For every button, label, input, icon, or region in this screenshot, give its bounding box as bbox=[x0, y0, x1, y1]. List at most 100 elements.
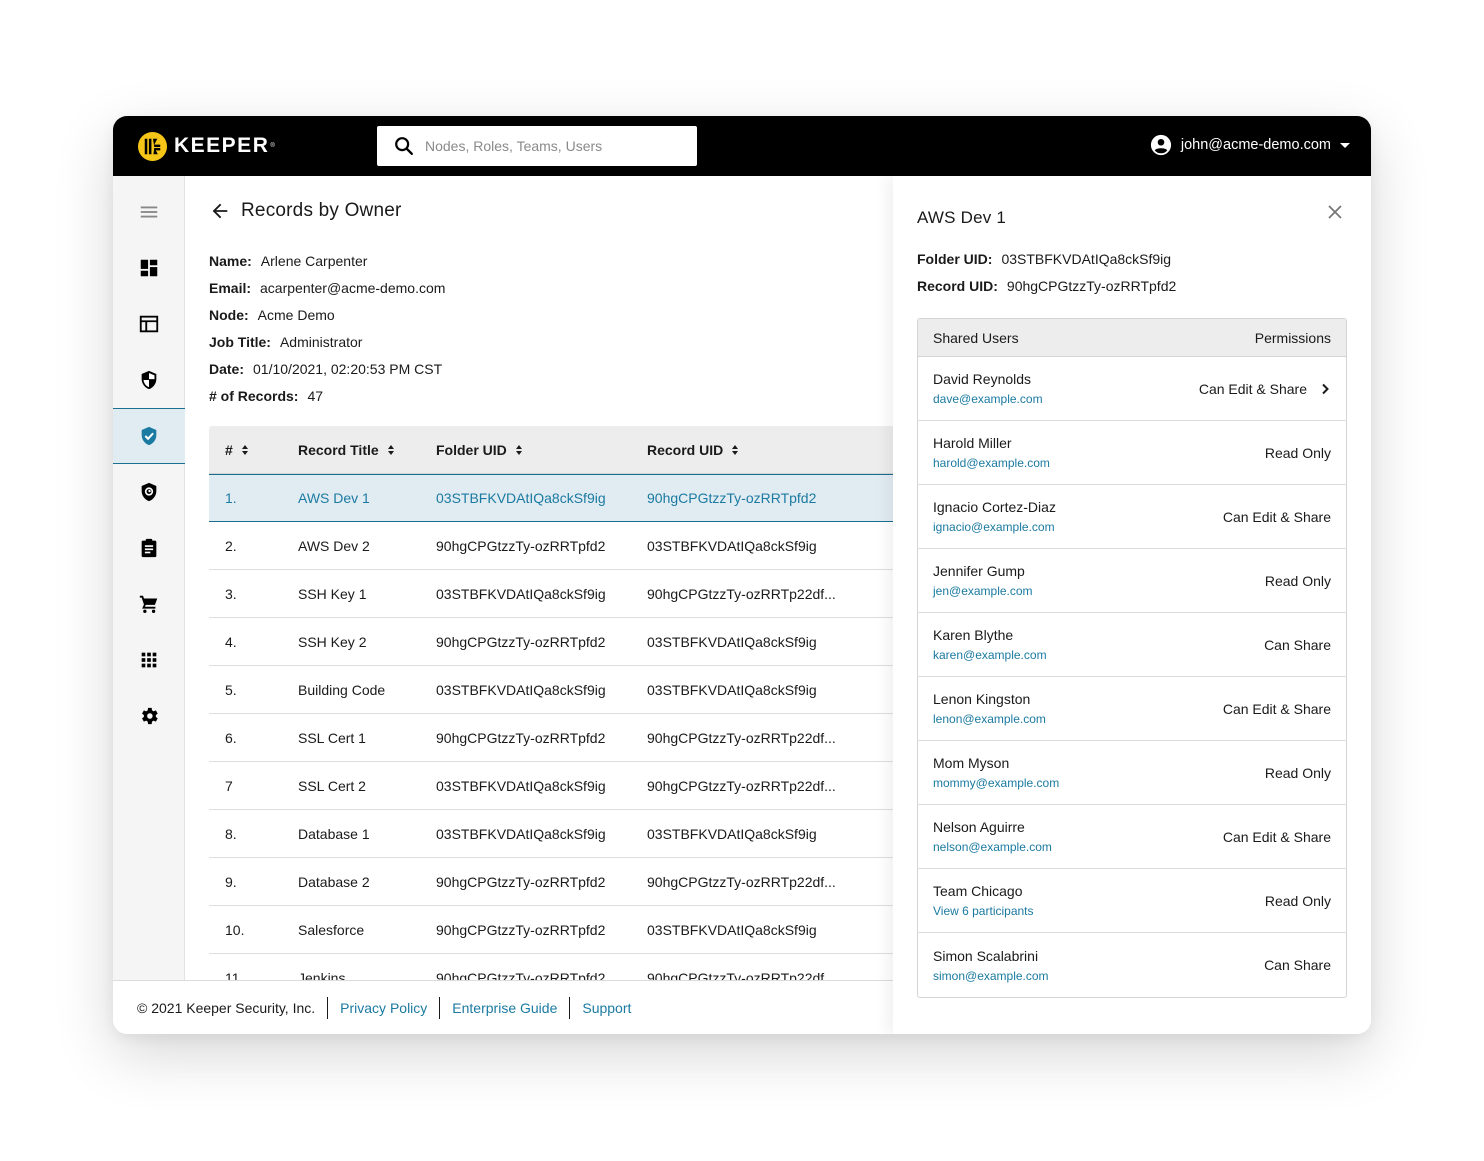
record-uid-label: Record UID: bbox=[917, 278, 998, 294]
permission-label: Can Edit & Share bbox=[1198, 380, 1307, 397]
sidebar-item-admin[interactable] bbox=[113, 296, 185, 352]
shared-user-row[interactable]: Mom Myson mommy@example.com Read Only bbox=[918, 741, 1346, 805]
sidebar-item-dashboard[interactable] bbox=[113, 240, 185, 296]
table-row[interactable]: 2. AWS Dev 2 90hgCPGtzzTy-ozRRTpfd2 03STBFK… bbox=[209, 522, 893, 570]
folder-uid-label: Folder UID: bbox=[917, 251, 993, 267]
support-link[interactable]: Support bbox=[582, 1000, 631, 1016]
footer-divider bbox=[439, 996, 441, 1019]
row-number-cell: 5. bbox=[225, 681, 237, 698]
owner-node-label: Node: bbox=[209, 307, 249, 323]
back-arrow-icon[interactable] bbox=[209, 200, 231, 222]
keeper-logo[interactable]: KEEPER ® bbox=[137, 129, 275, 163]
permission-label: Can Share bbox=[1264, 636, 1331, 653]
folder-uid-cell: 90hgCPGtzzTy-ozRRTpfd2 bbox=[436, 873, 606, 890]
footer-divider bbox=[327, 996, 329, 1019]
panel-record-uid-row: Record UID: 90hgCPGtzzTy-ozRRTpfd2 bbox=[917, 273, 1176, 300]
shared-user-row[interactable]: Team Chicago View 6 participants Read Only bbox=[918, 869, 1346, 933]
table-row[interactable]: 7 SSL Cert 2 03STBFKVDAtIQa8ckSf9ig 90hgCPG… bbox=[209, 762, 893, 810]
settings-gear-icon bbox=[142, 707, 158, 725]
folder-uid-cell: 03STBFKVDAtIQa8ckSf9ig bbox=[436, 825, 606, 842]
user-menu[interactable]: john@acme-demo.com bbox=[1150, 134, 1351, 156]
table-row[interactable]: 11. Jenkins 90hgCPGtzzTy-ozRRTpfd2 90hgCPGt… bbox=[209, 954, 893, 981]
shared-user-email[interactable]: jen@example.com bbox=[933, 584, 1033, 598]
enterprise-guide-link[interactable]: Enterprise Guide bbox=[452, 1000, 557, 1016]
permission-cell: Can Share bbox=[1264, 957, 1331, 973]
table-row[interactable]: 6. SSL Cert 1 90hgCPGtzzTy-ozRRTpfd2 90hgCP… bbox=[209, 714, 893, 762]
shared-users-list: Shared Users Permissions David Reynolds d… bbox=[917, 318, 1347, 998]
folder-uid-cell: 03STBFKVDAtIQa8ckSf9ig bbox=[436, 585, 606, 602]
record-uid-cell: 03STBFKVDAtIQa8ckSf9ig bbox=[647, 681, 817, 698]
sidebar-item-menu[interactable] bbox=[113, 184, 185, 240]
close-icon[interactable] bbox=[1327, 204, 1343, 220]
chevron-right-icon[interactable] bbox=[1319, 383, 1331, 395]
shared-user-email[interactable]: nelson@example.com bbox=[933, 840, 1052, 854]
sidebar-item-cart[interactable] bbox=[113, 576, 185, 632]
sort-icon bbox=[241, 444, 248, 455]
shared-user-row[interactable]: David Reynolds dave@example.com Can Edit &… bbox=[918, 357, 1346, 421]
reports-clipboard-icon bbox=[141, 538, 157, 558]
folder-uid-cell: 03STBFKVDAtIQa8ckSf9ig bbox=[436, 490, 606, 506]
shared-user-name: David Reynolds bbox=[933, 371, 1032, 387]
table-row[interactable]: 9. Database 2 90hgCPGtzzTy-ozRRTpfd2 90hgCP… bbox=[209, 858, 893, 906]
sidebar-item-apps[interactable] bbox=[113, 632, 185, 688]
sidebar-item-breachwatch[interactable] bbox=[113, 464, 185, 520]
table-row[interactable]: 4. SSH Key 2 90hgCPGtzzTy-ozRRTpfd2 03STBFK… bbox=[209, 618, 893, 666]
column-header-record-uid[interactable]: Record UID bbox=[647, 442, 893, 458]
table-body: 1. AWS Dev 1 03STBFKVDAtIQa8ckSf9ig 90hgCPG… bbox=[209, 474, 893, 980]
record-title-cell: Database 2 bbox=[298, 873, 370, 890]
panel-meta: Folder UID: 03STBFKVDAtIQa8ckSf9ig Record… bbox=[917, 246, 1176, 300]
permission-cell: Read Only bbox=[1265, 765, 1331, 781]
column-header-folder-uid[interactable]: Folder UID bbox=[436, 442, 647, 458]
record-title-cell: Database 1 bbox=[298, 825, 370, 842]
record-detail-panel: AWS Dev 1 Folder UID: 03STBFKVDAtIQa8ckSf… bbox=[893, 176, 1371, 1034]
shared-user-row[interactable]: Karen Blythe karen@example.com Can Share bbox=[918, 613, 1346, 677]
shared-user-email[interactable]: harold@example.com bbox=[933, 456, 1050, 470]
owner-job-label: Job Title: bbox=[209, 334, 271, 350]
copyright-text: © 2021 Keeper Security, Inc. bbox=[137, 999, 316, 1016]
shared-users-rows: David Reynolds dave@example.com Can Edit &… bbox=[918, 357, 1346, 997]
shared-user-email[interactable]: lenon@example.com bbox=[933, 712, 1046, 726]
table-row[interactable]: 1. AWS Dev 1 03STBFKVDAtIQa8ckSf9ig 90hgCPG… bbox=[209, 474, 893, 522]
sidebar-item-reports[interactable] bbox=[113, 520, 185, 576]
view-participants-link[interactable]: View 6 participants bbox=[933, 904, 1034, 918]
row-number-cell: 8. bbox=[225, 825, 237, 842]
search-input[interactable] bbox=[425, 138, 675, 154]
record-title-cell: SSL Cert 2 bbox=[298, 777, 366, 794]
shared-user-row[interactable]: Ignacio Cortez-Diaz ignacio@example.com Ca… bbox=[918, 485, 1346, 549]
shared-user-row[interactable]: Jennifer Gump jen@example.com Read Only bbox=[918, 549, 1346, 613]
shared-user-email[interactable]: ignacio@example.com bbox=[933, 520, 1056, 534]
record-uid-value: 90hgCPGtzzTy-ozRRTpfd2 bbox=[1006, 278, 1177, 294]
table-row[interactable]: 3. SSH Key 1 03STBFKVDAtIQa8ckSf9ig 90hgCPG… bbox=[209, 570, 893, 618]
table-row[interactable]: 5. Building Code 03STBFKVDAtIQa8ckSf9ig 03S… bbox=[209, 666, 893, 714]
table-row[interactable]: 8. Database 1 03STBFKVDAtIQa8ckSf9ig 03STBF… bbox=[209, 810, 893, 858]
record-uid-cell: 03STBFKVDAtIQa8ckSf9ig bbox=[647, 633, 817, 650]
sidebar-item-settings[interactable] bbox=[113, 688, 185, 744]
column-header-record-title[interactable]: Record Title bbox=[298, 442, 436, 458]
table-row[interactable]: 10. Salesforce 90hgCPGtzzTy-ozRRTpfd2 03STB… bbox=[209, 906, 893, 954]
shared-user-email[interactable]: simon@example.com bbox=[933, 969, 1049, 983]
shared-user-email[interactable]: karen@example.com bbox=[933, 648, 1047, 662]
record-title-cell: SSH Key 1 bbox=[298, 585, 367, 602]
permission-label: Can Edit & Share bbox=[1222, 508, 1331, 525]
breachwatch-icon bbox=[141, 482, 157, 502]
shared-user-email[interactable]: mommy@example.com bbox=[933, 776, 1059, 790]
account-circle-icon bbox=[1150, 134, 1171, 156]
shared-user-email[interactable]: dave@example.com bbox=[933, 392, 1043, 406]
shared-user-row[interactable]: Nelson Aguirre nelson@example.com Can Edit… bbox=[918, 805, 1346, 869]
sidebar-item-security[interactable] bbox=[113, 352, 185, 408]
row-number-cell: 1. bbox=[225, 490, 237, 506]
records-table: # Record Title Folder UID Record UID 1. A… bbox=[209, 426, 893, 980]
permission-label: Read Only bbox=[1264, 444, 1331, 461]
shared-user-row[interactable]: Simon Scalabrini simon@example.com Can Sha… bbox=[918, 933, 1346, 997]
permission-label: Read Only bbox=[1264, 764, 1331, 781]
record-uid-cell: 03STBFKVDAtIQa8ckSf9ig bbox=[647, 921, 817, 938]
shared-user-row[interactable]: Lenon Kingston lenon@example.com Can Edit … bbox=[918, 677, 1346, 741]
shared-user-row[interactable]: Harold Miller harold@example.com Read Only bbox=[918, 421, 1346, 485]
sidebar-item-compliance[interactable] bbox=[113, 408, 185, 464]
record-title-cell: SSH Key 2 bbox=[298, 633, 367, 650]
cart-icon bbox=[139, 595, 158, 613]
column-header-number[interactable]: # bbox=[209, 442, 298, 458]
privacy-policy-link[interactable]: Privacy Policy bbox=[340, 1000, 427, 1016]
permission-cell: Can Edit & Share bbox=[1199, 381, 1331, 397]
page-header: Records by Owner bbox=[209, 200, 402, 222]
